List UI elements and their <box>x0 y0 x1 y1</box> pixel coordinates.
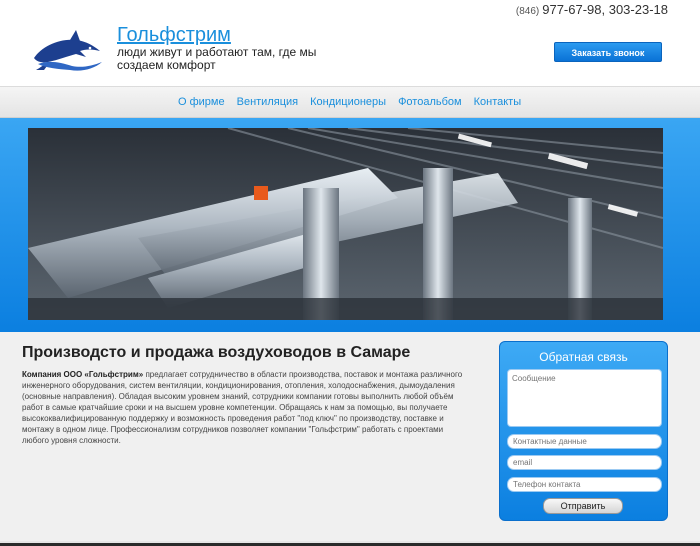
nav-item-photoalbum[interactable]: Фотоальбом <box>398 96 462 108</box>
ventilation-ducts-photo <box>28 128 663 320</box>
phone-numbers: (846) 977-67-98, 303-23-18 <box>516 2 668 17</box>
phone-list: 977-67-98, 303-23-18 <box>542 2 668 17</box>
footer-edge <box>0 541 700 546</box>
slogan: люди живут и работают там, где мы создае… <box>117 45 317 72</box>
email-field[interactable] <box>507 455 662 470</box>
phone-code: (846) <box>515 6 540 17</box>
nav-item-about[interactable]: О фирме <box>178 96 225 108</box>
nav-item-contacts[interactable]: Контакты <box>474 96 522 108</box>
order-call-button[interactable]: Заказать звонок <box>554 42 662 62</box>
feedback-form: Обратная связь Отправить <box>499 341 668 521</box>
company-description: Компания ООО «Гольфстрим» предлагает сот… <box>22 369 470 446</box>
send-button[interactable]: Отправить <box>543 498 623 514</box>
brand-name-link[interactable]: Гольфстрим <box>117 24 231 47</box>
main-nav: О фирме Вентиляция Кондиционеры Фотоальб… <box>0 86 700 118</box>
feedback-title: Обратная связь <box>539 350 628 364</box>
company-name: Компания ООО «Гольфстрим» <box>22 370 144 379</box>
contact-field[interactable] <box>507 434 662 449</box>
hero-banner <box>0 118 700 332</box>
nav-list: О фирме Вентиляция Кондиционеры Фотоальб… <box>178 96 521 108</box>
footer-divider <box>0 541 700 543</box>
nav-item-conditioners[interactable]: Кондиционеры <box>310 96 386 108</box>
nav-item-ventilation[interactable]: Вентиляция <box>237 96 299 108</box>
description-text: предлагает сотрудничество в области прои… <box>22 370 463 445</box>
site-header: (846) 977-67-98, 303-23-18 Гольфстрим люд… <box>0 0 700 86</box>
message-field[interactable] <box>507 369 662 427</box>
dolphin-logo-icon[interactable] <box>30 24 108 74</box>
page-title: Производсто и продажа воздуховодов в Сам… <box>22 344 411 361</box>
phone-field[interactable] <box>507 477 662 492</box>
